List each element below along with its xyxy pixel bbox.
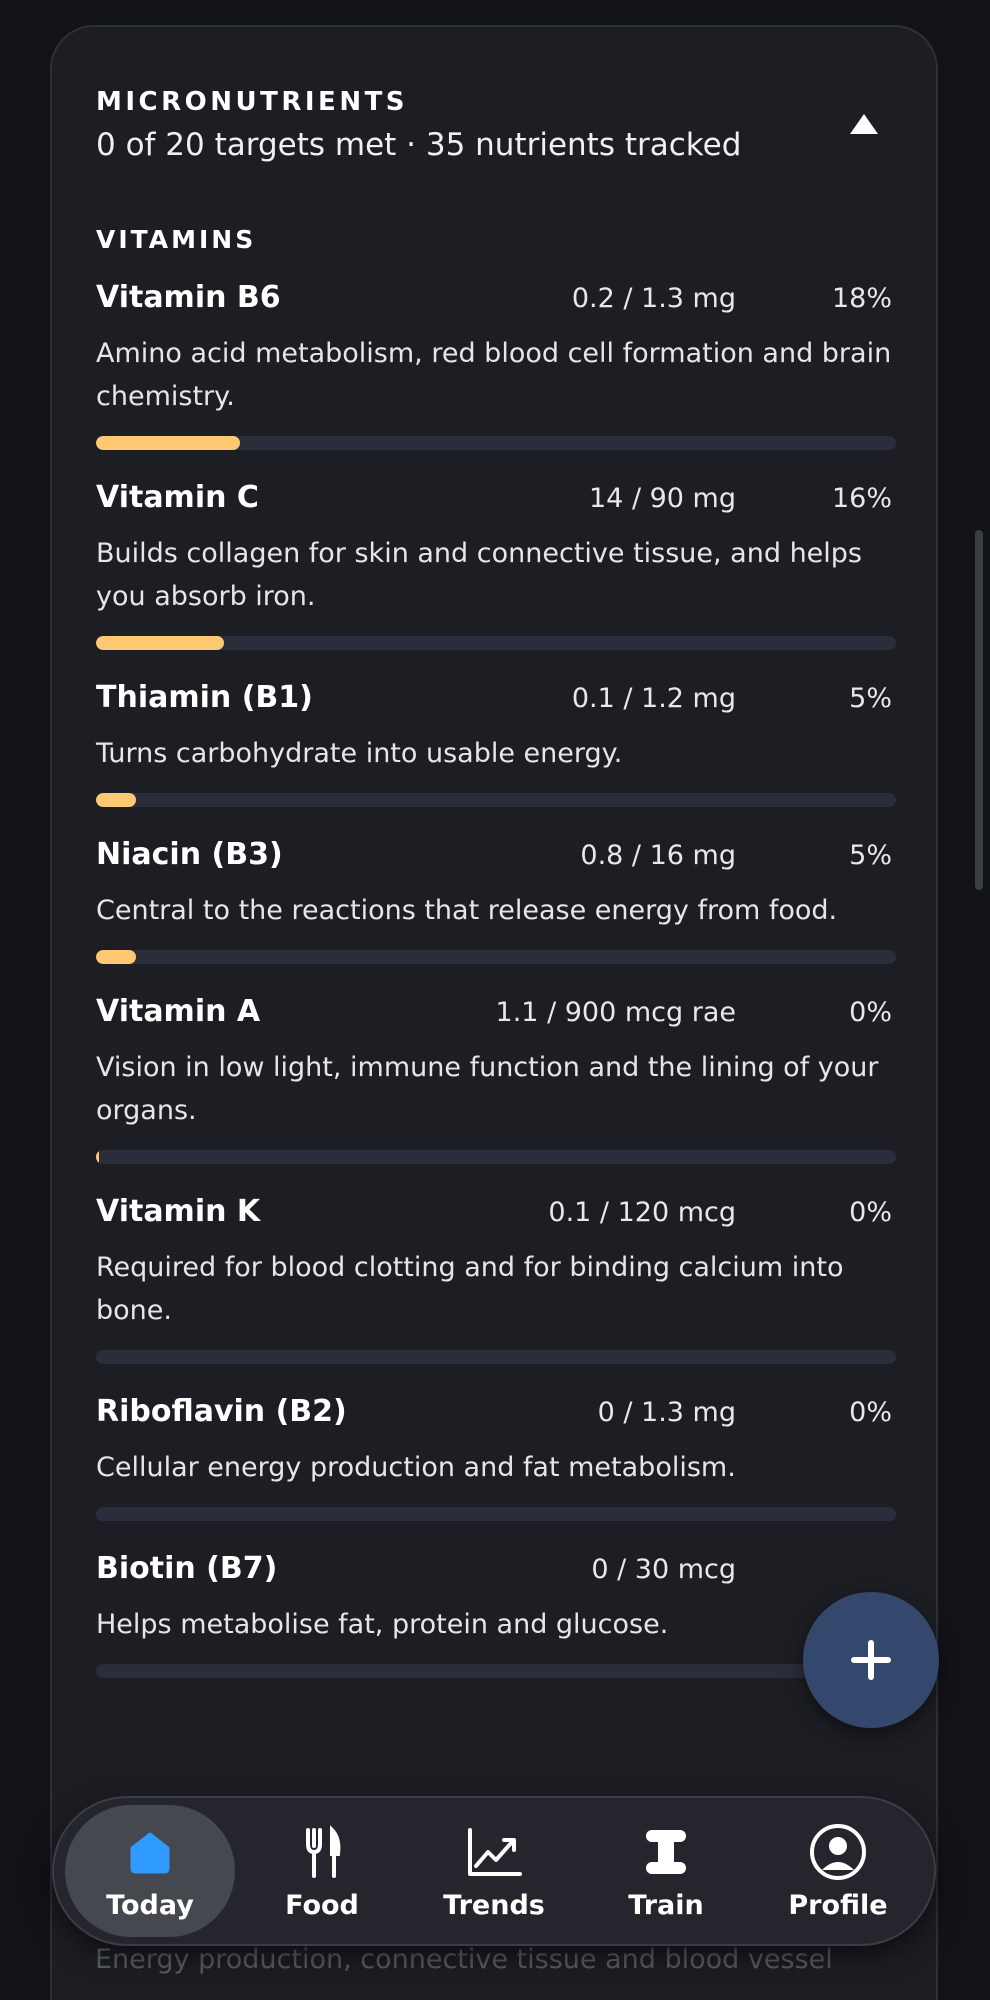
- add-entry-button[interactable]: [803, 1592, 939, 1728]
- nutrient-amount: 0.2 / 1.3 mg: [571, 283, 736, 314]
- nutrient-description: Required for blood clotting and for bind…: [96, 1252, 844, 1326]
- nutrient-item[interactable]: Thiamin (B1) 0.1 / 1.2 mg 5% Turns carbo…: [96, 680, 896, 807]
- nutrient-name: Thiamin (B1): [96, 680, 313, 715]
- nutrient-percent: 0%: [849, 997, 892, 1028]
- nav-item-trends[interactable]: Trends: [409, 1805, 579, 1937]
- vitamins-group-title: VITAMINS: [96, 225, 257, 254]
- nutrient-amount: 0.8 / 16 mg: [580, 840, 736, 871]
- nutrient-amount: 14 / 90 mg: [589, 483, 736, 514]
- nav-item-today[interactable]: Today: [65, 1805, 235, 1937]
- section-title: MICRONUTRIENTS: [96, 87, 409, 117]
- nav-item-food[interactable]: Food: [237, 1805, 407, 1937]
- nutrient-list: Vitamin B6 0.2 / 1.3 mg 18% Amino acid m…: [96, 280, 896, 1678]
- nav-label: Food: [285, 1889, 359, 1921]
- nutrient-description: Helps metabolise fat, protein and glucos…: [96, 1609, 669, 1640]
- nutrient-percent: 16%: [831, 483, 892, 514]
- nutrient-amount: 0.1 / 120 mcg: [548, 1197, 736, 1228]
- progress-track: [96, 1150, 896, 1164]
- nutrient-description: Builds collagen for skin and connective …: [96, 538, 862, 612]
- nutrient-item[interactable]: Vitamin C 14 / 90 mg 16% Builds collagen…: [96, 480, 896, 650]
- nutrient-percent: 0%: [849, 1197, 892, 1228]
- nutrient-description: Amino acid metabolism, red blood cell fo…: [96, 338, 892, 412]
- bottom-nav: Today Food Trends Train Profile: [52, 1796, 936, 1946]
- home-icon: [130, 1832, 170, 1873]
- progress-track: [96, 1507, 896, 1521]
- progress-track: [96, 1350, 896, 1364]
- collapse-triangle-icon[interactable]: [850, 114, 878, 134]
- plus-icon-stroke: [868, 1640, 874, 1680]
- nutrient-percent: 0%: [849, 1397, 892, 1428]
- nutrient-item[interactable]: Vitamin A 1.1 / 900 mcg rae 0% Vision in…: [96, 994, 896, 1164]
- nutrient-name: Vitamin C: [96, 480, 259, 515]
- nutrient-description: Turns carbohydrate into usable energy.: [96, 738, 623, 769]
- nutrient-name: Vitamin B6: [96, 280, 281, 315]
- nutrient-item[interactable]: Vitamin K 0.1 / 120 mcg 0% Required for …: [96, 1194, 896, 1364]
- progress-track: [96, 1664, 896, 1678]
- nutrient-item[interactable]: Niacin (B3) 0.8 / 16 mg 5% Central to th…: [96, 837, 896, 964]
- progress-fill: [96, 436, 240, 450]
- nav-label: Today: [106, 1889, 194, 1921]
- progress-fill: [96, 636, 224, 650]
- nutrient-amount: 1.1 / 900 mcg rae: [495, 997, 736, 1028]
- nutrient-item[interactable]: Riboflavin (B2) 0 / 1.3 mg 0% Cellular e…: [96, 1394, 896, 1521]
- nutrient-name: Vitamin K: [96, 1194, 261, 1229]
- nutrient-name: Biotin (B7): [96, 1551, 278, 1586]
- progress-fill: [96, 1150, 99, 1164]
- nutrient-name: Vitamin A: [96, 994, 261, 1029]
- micronutrients-header[interactable]: MICRONUTRIENTS 0 of 20 targets met · 35 …: [96, 87, 892, 163]
- trend-chart-icon: [468, 1827, 522, 1876]
- fork-knife-icon: [306, 1824, 341, 1878]
- micronutrients-card: MICRONUTRIENTS 0 of 20 targets met · 35 …: [50, 25, 938, 2000]
- nav-label: Train: [628, 1889, 704, 1921]
- progress-fill: [96, 793, 136, 807]
- user-circle-icon: [810, 1823, 866, 1880]
- screen: MICRONUTRIENTS 0 of 20 targets met · 35 …: [0, 0, 990, 2000]
- nutrient-percent: 18%: [831, 283, 892, 314]
- nutrient-name: Niacin (B3): [96, 837, 283, 872]
- nav-item-profile[interactable]: Profile: [753, 1805, 923, 1937]
- nutrient-amount: 0 / 1.3 mg: [597, 1397, 736, 1428]
- targets-summary: 0 of 20 targets met · 35 nutrients track…: [96, 127, 742, 163]
- nutrient-amount: 0.1 / 1.2 mg: [571, 683, 736, 714]
- nutrient-description: Central to the reactions that release en…: [96, 895, 838, 926]
- nutrient-item[interactable]: Biotin (B7) 0 / 30 mcg Helps metabolise …: [96, 1551, 896, 1678]
- nutrient-percent: 5%: [849, 683, 892, 714]
- progress-fill: [96, 950, 136, 964]
- nutrient-percent: 5%: [849, 840, 892, 871]
- nutrient-amount: 0 / 30 mcg: [591, 1554, 736, 1585]
- nav-item-train[interactable]: Train: [581, 1805, 751, 1937]
- nav-label: Profile: [788, 1889, 888, 1921]
- scrollbar[interactable]: [975, 530, 983, 890]
- progress-track: [96, 636, 896, 650]
- progress-track: [96, 793, 896, 807]
- progress-track: [96, 950, 896, 964]
- nutrient-name: Riboflavin (B2): [96, 1394, 347, 1429]
- nutrient-description: Cellular energy production and fat metab…: [96, 1452, 736, 1483]
- nutrient-item[interactable]: Vitamin B6 0.2 / 1.3 mg 18% Amino acid m…: [96, 280, 896, 450]
- dumbbell-icon: [646, 1829, 686, 1874]
- nav-label: Trends: [443, 1889, 545, 1921]
- nutrient-description: Vision in low light, immune function and…: [96, 1052, 879, 1126]
- progress-track: [96, 436, 896, 450]
